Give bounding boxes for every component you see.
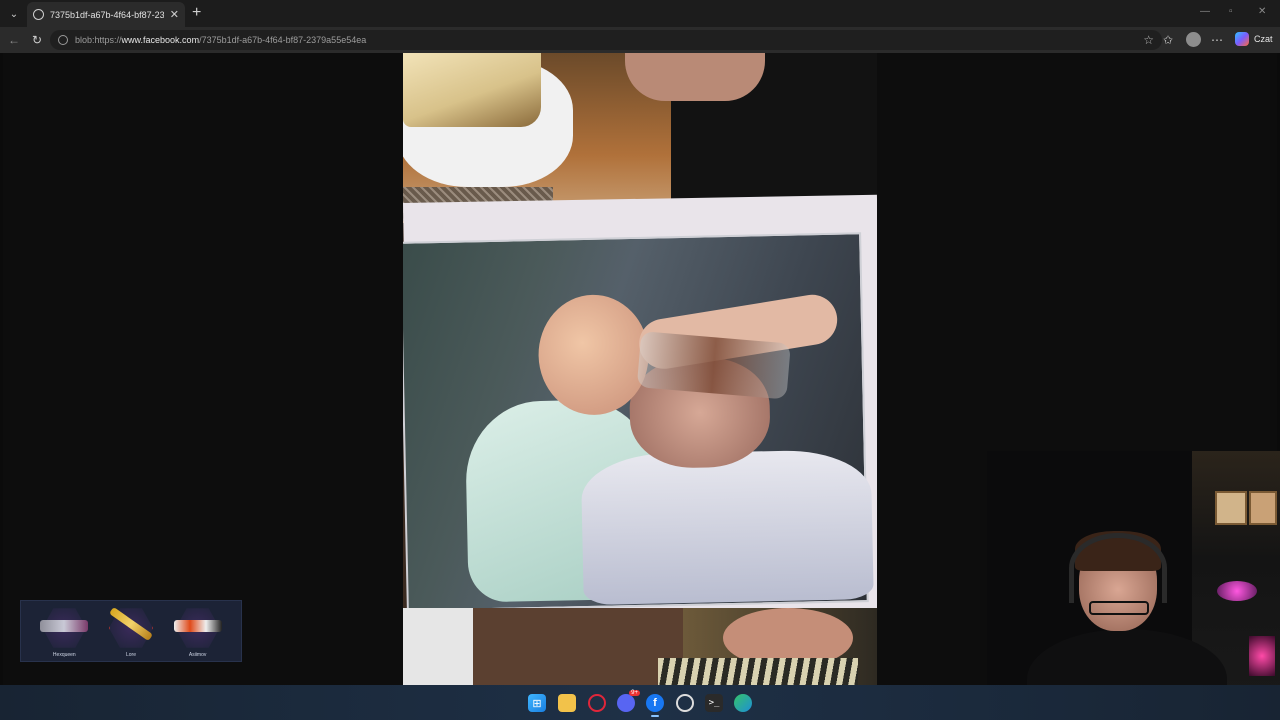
opera-icon[interactable] bbox=[588, 694, 606, 712]
facebook-icon[interactable]: f bbox=[646, 694, 664, 712]
close-window-icon[interactable]: ✕ bbox=[1258, 6, 1266, 17]
skin-card: Asiimov bbox=[168, 602, 228, 660]
skins-overlay: Hexqueen Lore Asiimov bbox=[20, 600, 242, 662]
url-field[interactable]: blob:https://www.facebook.com/7375b1df-a… bbox=[50, 30, 1162, 50]
close-tab-icon[interactable]: ✕ bbox=[170, 8, 179, 21]
rifle-icon bbox=[40, 620, 89, 632]
active-app-indicator bbox=[651, 715, 659, 717]
discord-badge: 9+ bbox=[629, 690, 640, 696]
skin-card: Lore bbox=[101, 602, 161, 660]
photo-arm bbox=[625, 53, 765, 101]
viewed-photo bbox=[403, 53, 877, 685]
old-print-photo bbox=[403, 232, 874, 612]
photo-cake bbox=[403, 53, 541, 127]
cam-picture-frame bbox=[1215, 491, 1247, 525]
refresh-icon[interactable]: ↻ bbox=[32, 33, 42, 47]
profile-avatar[interactable] bbox=[1186, 32, 1201, 47]
windows-icon[interactable]: ⊞ bbox=[528, 694, 546, 712]
minimize-icon[interactable]: — bbox=[1200, 6, 1210, 17]
cam-light bbox=[1217, 581, 1257, 601]
skin-label: Asiimov bbox=[188, 652, 207, 658]
obs-icon[interactable] bbox=[676, 694, 694, 712]
back-icon[interactable]: ← bbox=[8, 33, 20, 47]
skin-card: Hexqueen bbox=[34, 602, 94, 660]
sniper-icon bbox=[173, 620, 222, 632]
edge-icon[interactable] bbox=[734, 694, 752, 712]
glasses bbox=[1089, 601, 1149, 615]
terminal-icon[interactable]: >_ bbox=[705, 694, 723, 712]
restore-icon[interactable]: ▫ bbox=[1229, 6, 1233, 17]
man-body bbox=[580, 449, 874, 606]
new-tab-button[interactable]: + bbox=[192, 4, 201, 22]
site-info-icon[interactable] bbox=[58, 35, 68, 45]
taskbar: ⊞ 9+ f >_ bbox=[0, 685, 1280, 720]
skin-label: Hexqueen bbox=[52, 652, 76, 658]
url-text: blob:https://www.facebook.com/7375b1df-a… bbox=[75, 35, 367, 45]
folder-icon[interactable] bbox=[558, 694, 576, 712]
more-menu-icon[interactable]: ⋯ bbox=[1211, 33, 1223, 47]
favorites-icon[interactable]: ✩ bbox=[1163, 33, 1173, 47]
headset-icon bbox=[1069, 533, 1167, 603]
tab-actions-icon[interactable]: ⌄ bbox=[4, 4, 24, 24]
skin-label: Lore bbox=[125, 652, 136, 658]
cam-picture-frame bbox=[1249, 491, 1277, 525]
discord-icon[interactable]: 9+ bbox=[617, 690, 640, 712]
copilot-label[interactable]: Czat bbox=[1254, 34, 1273, 44]
favorite-star-icon[interactable]: ☆ bbox=[1143, 33, 1154, 47]
webcam-overlay bbox=[987, 451, 1280, 720]
tab-title: 7375b1df-a67b-4f64-bf87-2379a55e54ea bbox=[50, 9, 164, 20]
copilot-icon[interactable] bbox=[1235, 32, 1249, 46]
active-tab[interactable]: 7375b1df-a67b-4f64-bf87-2379a55e54ea ✕ bbox=[27, 2, 185, 27]
tab-bar: ⌄ 7375b1df-a67b-4f64-bf87-2379a55e54ea ✕… bbox=[0, 0, 1280, 27]
globe-icon bbox=[33, 9, 44, 20]
address-bar-row: ← ↻ blob:https://www.facebook.com/7375b1… bbox=[0, 27, 1280, 53]
cam-light bbox=[1249, 636, 1275, 676]
lower-print-sweater bbox=[658, 658, 858, 685]
